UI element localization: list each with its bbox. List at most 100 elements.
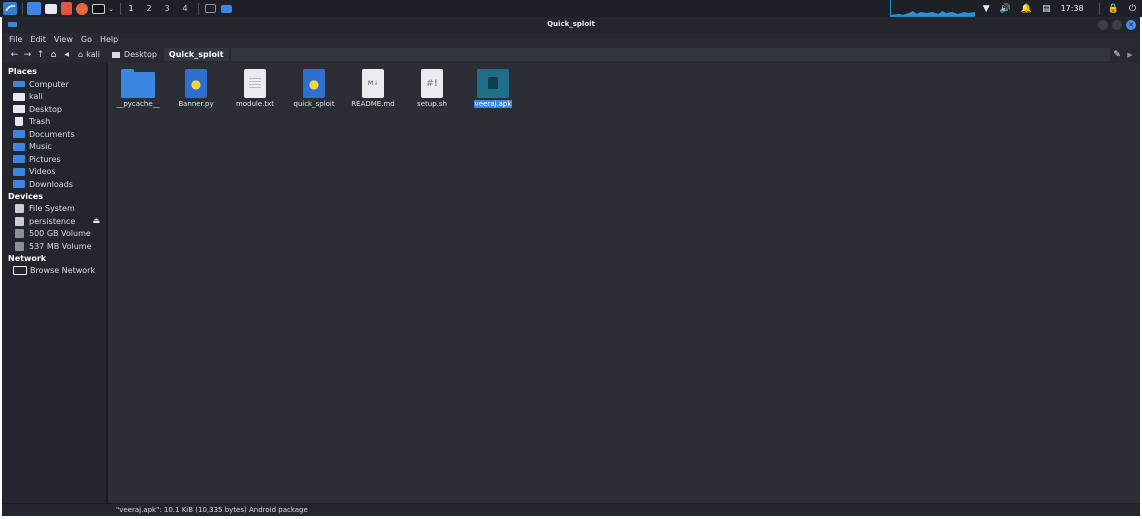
text-editor-icon[interactable]: [61, 2, 72, 15]
folder-icon: [121, 69, 155, 98]
file-name: module.txt: [235, 100, 275, 108]
sidebar-item-label: persistence: [29, 216, 76, 226]
logout-icon[interactable]: ⏻: [1129, 4, 1136, 14]
sidebar-item-browse-network[interactable]: Browse Network: [2, 265, 106, 278]
crumb-kali[interactable]: ⌂ kali: [73, 48, 105, 61]
close-button[interactable]: ✕: [1126, 20, 1136, 30]
maximize-button[interactable]: [1112, 20, 1122, 30]
menu-file[interactable]: File: [9, 35, 22, 44]
file-item-selected[interactable]: veeraj.apk: [463, 69, 523, 108]
sidebar-item-pictures[interactable]: Pictures: [2, 153, 106, 166]
crumb-label: kali: [86, 50, 100, 59]
sidebar-item-label: Documents: [29, 129, 75, 139]
apk-package-icon: [477, 69, 509, 98]
sidebar-item-label: Trash: [29, 117, 51, 127]
usb-drive-icon: [15, 216, 24, 226]
top-panel: ⌄ 1 2 3 4 ▼ 🔊 🔔 ▤ 17:38 🔒 ⏻: [0, 0, 1142, 17]
file-name: Banner.py: [178, 100, 214, 108]
trash-icon: [15, 117, 23, 127]
file-manager-task-icon[interactable]: [221, 4, 232, 13]
file-manager-icon[interactable]: [45, 3, 57, 14]
desktop-icon: [13, 105, 25, 114]
workspace-4[interactable]: 4: [177, 4, 193, 13]
volume-icon[interactable]: 🔊: [1000, 4, 1011, 14]
file-item[interactable]: module.txt: [225, 69, 285, 108]
file-item[interactable]: ● Banner.py: [166, 69, 226, 108]
battery-icon[interactable]: ▤: [1042, 4, 1051, 14]
window-controls: ✕: [1094, 20, 1136, 30]
minimize-button[interactable]: [1098, 20, 1108, 30]
file-name: setup.sh: [417, 100, 447, 108]
sidebar-item-label: Videos: [29, 167, 56, 177]
sidebar-item-537mb-volume[interactable]: 537 MB Volume: [2, 240, 106, 253]
file-name: veeraj.apk: [473, 100, 513, 108]
back-arrow-icon[interactable]: ←: [8, 50, 21, 60]
drive-icon: [15, 204, 24, 214]
sidebar-item-videos[interactable]: Videos: [2, 166, 106, 179]
network-icon: [13, 266, 27, 276]
separator: [120, 2, 121, 15]
file-name: README.md: [351, 100, 395, 108]
crumb-quick-sploit[interactable]: Quick_sploit: [163, 48, 229, 61]
sidebar-item-computer[interactable]: Computer: [2, 78, 106, 91]
sidebar-item-music[interactable]: Music: [2, 141, 106, 154]
menu-go[interactable]: Go: [81, 35, 92, 44]
sidebar-item-label: Browse Network: [30, 266, 96, 276]
home-icon: ⌂: [78, 50, 84, 59]
file-view[interactable]: __pycache__ ● Banner.py module.txt ● qui…: [108, 63, 1140, 503]
path-scroll-left-icon[interactable]: ◀: [60, 51, 73, 58]
path-scroll-right-icon[interactable]: ▶: [1124, 51, 1136, 59]
firefox-icon[interactable]: [76, 2, 88, 15]
sidebar-item-desktop[interactable]: Desktop: [2, 103, 106, 116]
crumb-desktop[interactable]: Desktop: [107, 48, 162, 61]
sidebar-item-kali[interactable]: kali: [2, 91, 106, 104]
file-item[interactable]: #! setup.sh: [402, 69, 462, 108]
sidebar-item-downloads[interactable]: Downloads: [2, 178, 106, 191]
sidebar-item-500gb-volume[interactable]: 500 GB Volume: [2, 228, 106, 241]
show-desktop-icon[interactable]: [27, 2, 41, 15]
window-title: Quick_sploit: [547, 20, 595, 28]
file-item[interactable]: ● quick_sploit: [284, 69, 344, 108]
network-icon[interactable]: ▼: [983, 4, 990, 14]
path-bar-empty[interactable]: [230, 48, 1110, 61]
chevron-down-icon[interactable]: ⌄: [107, 2, 115, 15]
forward-arrow-icon[interactable]: →: [21, 50, 34, 60]
file-name: quick_sploit: [293, 100, 335, 108]
workspace-3[interactable]: 3: [159, 4, 175, 13]
sidebar-item-persistence[interactable]: persistence ⏏: [2, 215, 106, 228]
separator: [22, 2, 23, 15]
edit-path-icon[interactable]: ✎: [1110, 50, 1124, 60]
sidebar-item-label: 537 MB Volume: [29, 241, 92, 251]
lock-icon[interactable]: 🔒: [1108, 4, 1119, 14]
workspace-2[interactable]: 2: [141, 4, 157, 13]
sidebar-item-documents[interactable]: Documents: [2, 128, 106, 141]
sidebar-heading-places: Places: [8, 67, 37, 76]
sidebar-heading-devices: Devices: [8, 191, 43, 201]
text-file-icon: [244, 69, 266, 98]
crumb-label: Desktop: [123, 50, 157, 59]
separator: [1098, 2, 1100, 15]
up-arrow-icon[interactable]: ↑: [34, 50, 47, 60]
clock[interactable]: 17:38: [1061, 4, 1084, 13]
sidebar-item-trash[interactable]: Trash: [2, 116, 106, 129]
markdown-file-icon: M↓: [362, 69, 384, 98]
workspace-1[interactable]: 1: [123, 4, 139, 13]
terminal-icon[interactable]: [92, 3, 105, 14]
menu-bar: File Edit View Go Help: [2, 33, 1140, 46]
shell-script-icon: #!: [421, 69, 443, 98]
menu-help[interactable]: Help: [100, 35, 118, 44]
python-file-icon: ●: [185, 69, 207, 98]
sidebar-item-file-system[interactable]: File System: [2, 203, 106, 216]
window-titlebar[interactable]: Quick_sploit ✕: [2, 17, 1140, 33]
notification-bell-icon[interactable]: 🔔: [1021, 4, 1032, 14]
file-item[interactable]: M↓ README.md: [343, 69, 403, 108]
home-icon[interactable]: ⌂: [47, 50, 60, 60]
menu-edit[interactable]: Edit: [30, 35, 46, 44]
terminal-task-icon[interactable]: [205, 4, 216, 13]
kali-menu-icon[interactable]: [3, 2, 17, 15]
menu-view[interactable]: View: [54, 35, 73, 44]
separator: [198, 2, 199, 15]
eject-icon[interactable]: ⏏: [92, 216, 100, 225]
file-item[interactable]: __pycache__: [108, 69, 168, 108]
sidebar-item-label: Pictures: [29, 154, 61, 164]
